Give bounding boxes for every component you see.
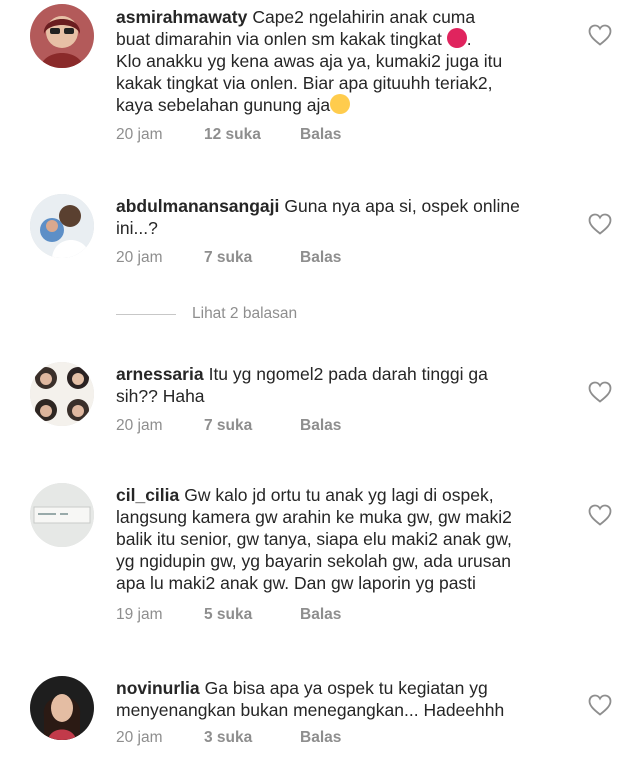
comment-likes[interactable]: 7 suka — [204, 417, 300, 435]
reply-button[interactable]: Balas — [300, 729, 341, 747]
avatar-arnessaria — [30, 362, 94, 426]
comment-body: abdulmanansangaji Guna nya apa si, ospek … — [116, 195, 556, 239]
comment-likes[interactable]: 3 suka — [204, 729, 300, 747]
comment-body: novinurlia Ga bisa apa ya ospek tu kegiat… — [116, 677, 556, 721]
comment-text: langsung kamera gw arahin ke muka gw, gw… — [116, 507, 512, 527]
view-replies-label: Lihat 2 balasan — [192, 305, 298, 322]
comment-username[interactable]: cil_cilia — [116, 485, 179, 505]
comment-text: Guna nya apa si, ospek online — [284, 196, 520, 216]
comment-text: menyenangkan bukan menegangkan... Hadeeh… — [116, 700, 505, 720]
comment-body: asmirahmawaty Cape2 ngelahirin anak cuma … — [116, 6, 556, 116]
comment-meta: 19 jam 5 suka Balas — [116, 606, 341, 624]
avatar[interactable] — [30, 4, 94, 68]
comment-time: 20 jam — [116, 417, 163, 434]
comment-body: cil_cilia Gw kalo jd ortu tu anak yg lagi… — [116, 484, 556, 594]
heart-outline-icon — [588, 694, 612, 716]
reply-button[interactable]: Balas — [300, 606, 341, 624]
avatar[interactable] — [30, 362, 94, 426]
comment-text: yg ngidupin gw, yg bayarin sekolah gw, a… — [116, 551, 511, 571]
view-replies-divider — [116, 313, 176, 315]
comment-time: 20 jam — [116, 729, 163, 746]
heart-outline-icon — [588, 24, 612, 46]
comment-time: 20 jam — [116, 126, 163, 143]
comment-meta: 20 jam 7 suka Balas — [116, 417, 341, 435]
comment-likes[interactable]: 12 suka — [204, 126, 300, 144]
comment-text: Cape2 ngelahirin anak cuma — [252, 7, 476, 27]
reply-button[interactable]: Balas — [300, 126, 341, 144]
comment-text: buat dimarahin via onlen sm kakak tingka… — [116, 29, 442, 49]
comment-text: kaya sebelahan gunung aja — [116, 95, 331, 115]
angry-face-emoji-icon — [446, 28, 467, 48]
comment-username[interactable]: asmirahmawaty — [116, 7, 247, 27]
comment-username[interactable]: arnessaria — [116, 364, 204, 384]
comment-text: Ga bisa apa ya ospek tu kegiatan yg — [204, 678, 488, 698]
avatar-cil-cilia — [30, 483, 94, 547]
comment-text: Klo anakku yg kena awas aja ya, kumaki2 … — [116, 51, 503, 71]
comment-text: balik itu senior, gw tanya, siapa elu ma… — [116, 529, 512, 549]
like-button[interactable] — [588, 504, 612, 526]
reply-button[interactable]: Balas — [300, 417, 341, 435]
avatar[interactable] — [30, 483, 94, 547]
comment-meta: 20 jam 12 suka Balas — [116, 126, 341, 144]
comment-meta: 20 jam 7 suka Balas — [116, 249, 341, 267]
comment-text: apa lu maki2 anak gw. Dan gw laporin yg … — [116, 573, 476, 593]
avatar[interactable] — [30, 194, 94, 258]
reply-button[interactable]: Balas — [300, 249, 341, 267]
like-button[interactable] — [588, 213, 612, 235]
like-button[interactable] — [588, 694, 612, 716]
like-button[interactable] — [588, 24, 612, 46]
heart-outline-icon — [588, 381, 612, 403]
comment-username[interactable]: novinurlia — [116, 678, 200, 698]
avatar-abdulmanansangaji — [30, 194, 94, 258]
comment-meta: 20 jam 3 suka Balas — [116, 729, 341, 747]
view-replies-button[interactable]: Lihat 2 balasan — [116, 304, 297, 324]
avatar[interactable] — [30, 676, 94, 740]
heart-outline-icon — [588, 504, 612, 526]
comment-text: Gw kalo jd ortu tu anak yg lagi di ospek… — [184, 485, 494, 505]
comment-text: ini...? — [116, 218, 158, 238]
comment-likes[interactable]: 7 suka — [204, 249, 300, 267]
comment-text: Itu yg ngomel2 pada darah tinggi ga — [208, 364, 488, 384]
eye-roll-emoji-icon — [330, 94, 351, 114]
comment-likes[interactable]: 5 suka — [204, 606, 300, 624]
comment-text: sih?? Haha — [116, 386, 205, 406]
avatar-novinurlia — [30, 676, 94, 740]
comment-body: arnessaria Itu yg ngomel2 pada darah ting… — [116, 363, 556, 407]
comment-time: 20 jam — [116, 249, 163, 266]
comment-time: 19 jam — [116, 606, 163, 623]
comment-username[interactable]: abdulmanansangaji — [116, 196, 279, 216]
heart-outline-icon — [588, 213, 612, 235]
avatar-asmirahmawaty — [30, 4, 94, 68]
like-button[interactable] — [588, 381, 612, 403]
comment-text: kakak tingkat via onlen. Biar apa gituuh… — [116, 73, 493, 93]
